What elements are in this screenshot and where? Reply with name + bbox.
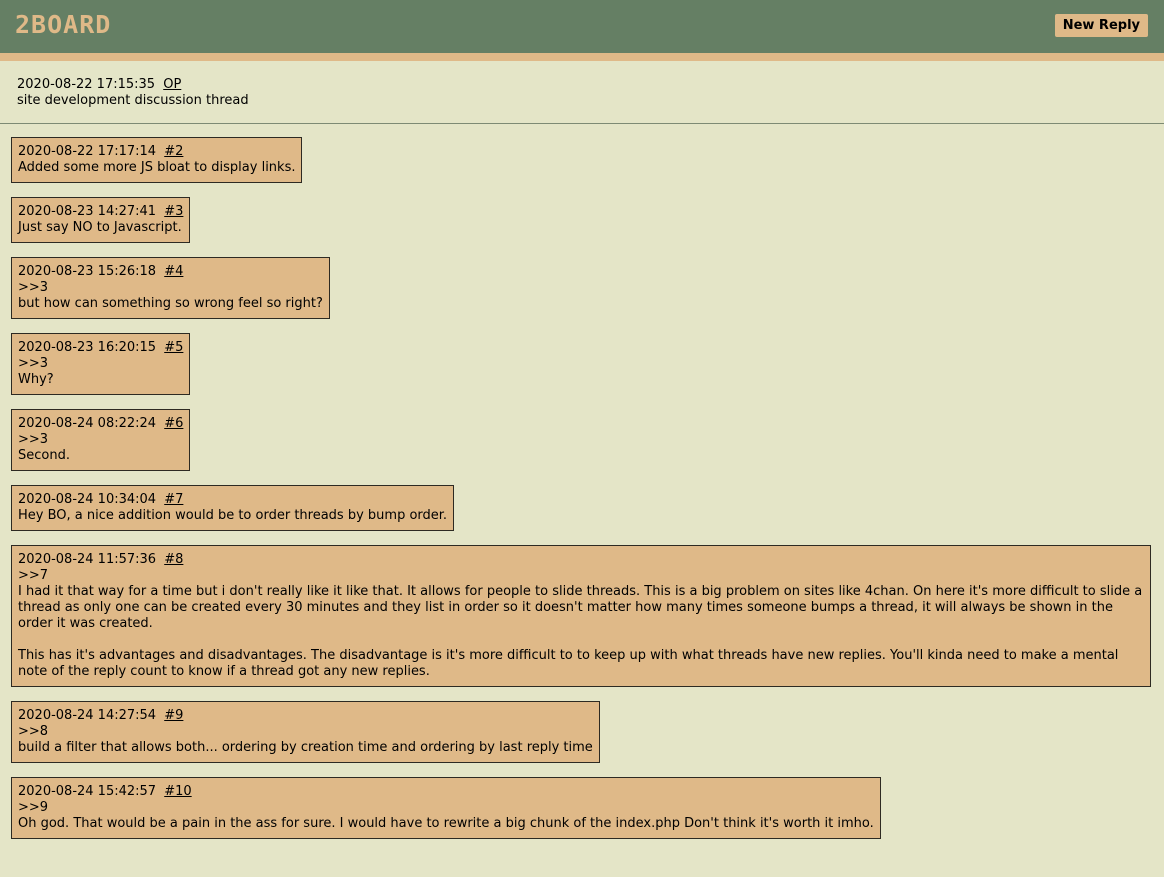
new-reply-button[interactable]: New Reply — [1054, 14, 1148, 37]
op-timestamp: 2020-08-22 17:15:35 — [17, 77, 156, 92]
reply-post: 2020-08-24 14:27:54 #9 >>8 build a filte… — [11, 701, 600, 763]
reply-post: 2020-08-23 14:27:41 #3 Just say NO to Ja… — [11, 197, 191, 243]
op-meta: 2020-08-22 17:15:35 OP — [17, 77, 1147, 93]
reply-link[interactable]: #10 — [164, 784, 191, 799]
reply-text: Added some more JS bloat to display link… — [18, 160, 296, 175]
reply-link[interactable]: #5 — [164, 340, 183, 355]
reply-link[interactable]: #7 — [164, 492, 183, 507]
header-stripe — [0, 53, 1164, 61]
op-post: 2020-08-22 17:15:35 OP site development … — [0, 61, 1164, 124]
reply-meta: 2020-08-22 17:17:14 #2 — [18, 144, 295, 160]
reply-text: Second. — [18, 448, 70, 463]
reply-meta: 2020-08-23 14:27:41 #3 — [18, 204, 183, 220]
reply-link[interactable]: #9 — [164, 708, 183, 723]
quote-link[interactable]: >>3 — [18, 280, 323, 296]
reply-meta: 2020-08-24 15:42:57 #10 — [18, 784, 874, 800]
reply-post: 2020-08-24 11:57:36 #8 >>7 I had it that… — [11, 545, 1151, 687]
reply-link[interactable]: #3 — [164, 204, 183, 219]
top-bar: 2BOARD New Reply — [0, 0, 1164, 53]
reply-post: 2020-08-23 15:26:18 #4 >>3 but how can s… — [11, 257, 330, 319]
reply-meta: 2020-08-23 16:20:15 #5 — [18, 340, 183, 356]
reply-meta: 2020-08-24 14:27:54 #9 — [18, 708, 593, 724]
reply-text: Just say NO to Javascript. — [18, 220, 182, 235]
quote-link[interactable]: >>7 — [18, 568, 1144, 584]
quote-link[interactable]: >>3 — [18, 356, 183, 372]
reply-text: Why? — [18, 372, 54, 387]
reply-timestamp: 2020-08-23 15:26:18 — [18, 264, 157, 279]
reply-post: 2020-08-24 08:22:24 #6 >>3 Second. — [11, 409, 191, 471]
reply-text: but how can something so wrong feel so r… — [18, 296, 323, 311]
reply-meta: 2020-08-23 15:26:18 #4 — [18, 264, 323, 280]
reply-text: I had it that way for a time but i don't… — [18, 584, 1147, 631]
reply-timestamp: 2020-08-24 11:57:36 — [18, 552, 157, 567]
reply-timestamp: 2020-08-23 14:27:41 — [18, 204, 157, 219]
reply-timestamp: 2020-08-24 14:27:54 — [18, 708, 157, 723]
reply-post: 2020-08-22 17:17:14 #2 Added some more J… — [11, 137, 303, 183]
reply-timestamp: 2020-08-22 17:17:14 — [18, 144, 157, 159]
replies-list: 2020-08-22 17:17:14 #2 Added some more J… — [0, 124, 1164, 839]
reply-post: 2020-08-24 15:42:57 #10 >>9 Oh god. That… — [11, 777, 881, 839]
reply-timestamp: 2020-08-24 10:34:04 — [18, 492, 157, 507]
reply-text: Hey BO, a nice addition would be to orde… — [18, 508, 448, 523]
reply-link[interactable]: #6 — [164, 416, 183, 431]
reply-text: build a filter that allows both... order… — [18, 740, 593, 755]
reply-post: 2020-08-23 16:20:15 #5 >>3 Why? — [11, 333, 191, 395]
quote-link[interactable]: >>3 — [18, 432, 183, 448]
reply-timestamp: 2020-08-24 15:42:57 — [18, 784, 157, 799]
op-link[interactable]: OP — [163, 77, 181, 92]
quote-link[interactable]: >>9 — [18, 800, 874, 816]
reply-timestamp: 2020-08-24 08:22:24 — [18, 416, 157, 431]
quote-link[interactable]: >>8 — [18, 724, 593, 740]
op-subject: site development discussion thread — [17, 93, 249, 108]
reply-post: 2020-08-24 10:34:04 #7 Hey BO, a nice ad… — [11, 485, 455, 531]
reply-text: This has it's advantages and disadvantag… — [18, 648, 1123, 679]
reply-link[interactable]: #8 — [164, 552, 183, 567]
site-logo[interactable]: 2BOARD — [15, 11, 111, 39]
reply-timestamp: 2020-08-23 16:20:15 — [18, 340, 157, 355]
reply-text: Oh god. That would be a pain in the ass … — [18, 816, 874, 831]
reply-link[interactable]: #2 — [164, 144, 183, 159]
reply-link[interactable]: #4 — [164, 264, 183, 279]
reply-meta: 2020-08-24 08:22:24 #6 — [18, 416, 183, 432]
reply-meta: 2020-08-24 11:57:36 #8 — [18, 552, 1144, 568]
reply-meta: 2020-08-24 10:34:04 #7 — [18, 492, 447, 508]
